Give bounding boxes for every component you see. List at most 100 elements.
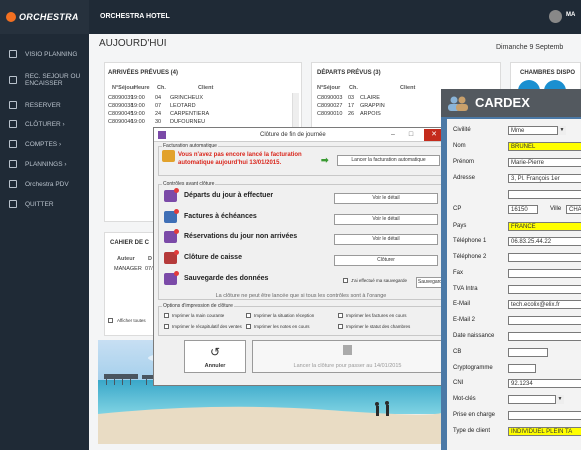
departures-cell[interactable]: C8090027	[317, 103, 342, 109]
arrivals-cell[interactable]: C8090045	[108, 111, 133, 117]
cahier-col-date: D	[148, 256, 152, 262]
planning-icon	[9, 160, 17, 168]
control-action-button[interactable]: Voir le détail	[334, 214, 438, 225]
cardex-input[interactable]: 3, Pl. François 1er	[508, 174, 581, 183]
departures-cell[interactable]: ARPOIS	[360, 111, 381, 117]
departures-cell[interactable]: C8090003	[317, 95, 342, 101]
departures-cell[interactable]: 26	[348, 111, 354, 117]
sidebar-item-5[interactable]: PLANNINGS ›	[0, 155, 89, 173]
arrivals-cell[interactable]: 19:00	[131, 95, 145, 101]
sidebar-item-7[interactable]: QUITTER	[0, 195, 89, 213]
cardex-input[interactable]: 16150	[508, 205, 538, 214]
cardex-input[interactable]: 06.83.25.44.22	[508, 237, 581, 246]
sidebar-item-0[interactable]: VISIO PLANNING	[0, 45, 89, 63]
arrivals-cell[interactable]: DUFOURNEU	[170, 119, 205, 125]
cahier-row-date[interactable]: 07/	[145, 266, 153, 272]
departures-cell[interactable]: C8090010	[317, 111, 342, 117]
arrivals-col-1[interactable]: Heure	[134, 85, 150, 91]
control-action-button[interactable]: Voir le détail	[334, 234, 438, 245]
print-option-checkbox[interactable]	[338, 313, 343, 318]
arrivals-title: ARRIVÉES PRÉVUES (4)	[108, 70, 179, 76]
undo-icon: ↺	[210, 345, 221, 359]
control-action-button[interactable]: Clôturer	[334, 255, 438, 266]
cardex-input[interactable]	[508, 332, 581, 341]
departures-cell[interactable]: GRAPPIN	[360, 103, 385, 109]
control-action-button[interactable]: Sauvegard	[416, 277, 444, 288]
print-option-checkbox[interactable]	[246, 324, 251, 329]
cardex-input[interactable]: 92.1234	[508, 379, 581, 388]
dialog-app-icon	[158, 131, 166, 139]
arrivals-col-3[interactable]: Client	[198, 85, 213, 91]
departures-cell[interactable]: 03	[348, 95, 354, 101]
maximize-icon[interactable]: □	[406, 130, 416, 140]
cardex-input[interactable]	[508, 190, 581, 199]
cancel-button[interactable]: ↺ Annuler	[184, 340, 246, 373]
arrivals-cell[interactable]: 04	[155, 95, 161, 101]
launch-closing-button[interactable]: Lancer la clôture pour passer au 14/01/2…	[252, 340, 443, 373]
minimize-icon[interactable]: –	[388, 130, 398, 140]
arrivals-col-2[interactable]: Ch.	[157, 85, 166, 91]
closing-dialog: Clôture de fin de journée – □ ✕ Facturat…	[153, 127, 447, 386]
arrivals-cell[interactable]: C8090046	[108, 119, 133, 125]
arrivals-cell[interactable]: 19:00	[131, 103, 145, 109]
arrivals-cell[interactable]: C8090039	[108, 95, 133, 101]
sidebar-item-3[interactable]: CLÔTURER ›	[0, 115, 89, 133]
cardex-label: Nom	[453, 143, 466, 149]
arrivals-cell[interactable]: CARPENTIERA	[170, 111, 209, 117]
print-option-checkbox[interactable]	[246, 313, 251, 318]
print-option-label: Imprimer la situation réception	[254, 313, 315, 318]
cardex-label: Adresse	[453, 175, 476, 181]
sidebar-item-6[interactable]: Orchestra PDV	[0, 175, 89, 193]
sidebar-item-1[interactable]: REC. SEJOUR OU ENCAISSER	[0, 71, 89, 89]
arrivals-col-0[interactable]: N°Séjour	[112, 85, 135, 91]
user-avatar[interactable]	[549, 10, 562, 23]
arrivals-cell[interactable]: 30	[155, 119, 161, 125]
arrivals-cell[interactable]: 19:00	[131, 119, 145, 125]
sidebar-item-2[interactable]: RESERVER	[0, 96, 89, 114]
arrivals-cell[interactable]: 07	[155, 103, 161, 109]
cardex-input[interactable]	[508, 253, 581, 262]
show-all-checkbox[interactable]	[108, 318, 113, 323]
cardex-input[interactable]	[508, 269, 581, 278]
cardex-input[interactable]	[508, 316, 581, 325]
arrivals-cell[interactable]: 19:00	[131, 111, 145, 117]
user-name[interactable]: MA	[566, 12, 575, 18]
cardex-input[interactable]	[508, 285, 581, 294]
arrivals-cell[interactable]: 24	[155, 111, 161, 117]
cardex-input[interactable]: BRUNEL	[508, 142, 581, 151]
cardex-title: CARDEX	[475, 95, 530, 110]
departures-col-1[interactable]: Ch.	[349, 85, 358, 91]
sidebar-item-4[interactable]: COMPTES ›	[0, 135, 89, 153]
print-option-checkbox[interactable]	[338, 324, 343, 329]
dropdown-arrow-icon[interactable]: ▼	[555, 395, 564, 404]
departures-cell[interactable]: 17	[348, 103, 354, 109]
arrivals-cell[interactable]: GRINCHEUX	[170, 95, 203, 101]
cardex-input[interactable]	[508, 411, 581, 420]
cahier-row-author[interactable]: MANAGER	[114, 266, 142, 272]
dropdown-arrow-icon[interactable]: ▼	[557, 126, 566, 135]
departures-col-2[interactable]: Client	[400, 85, 415, 91]
cardex-input[interactable]: CHA	[566, 205, 581, 214]
print-option-checkbox[interactable]	[164, 324, 169, 329]
cardex-input[interactable]: tech.ecolix@elix.fr	[508, 300, 581, 309]
cardex-input[interactable]: FRANCE	[508, 222, 581, 231]
app-logo[interactable]: ORCHESTRA	[0, 0, 89, 34]
backup-checkbox[interactable]	[343, 278, 348, 283]
print-option-label: Imprimer la main courante	[172, 313, 225, 318]
print-option-checkbox[interactable]	[164, 313, 169, 318]
page-title: AUJOURD'HUI	[99, 38, 167, 49]
cardex-input[interactable]: Marie-Pierre	[508, 158, 581, 167]
departures-cell[interactable]: CLAIRE	[360, 95, 380, 101]
arrivals-cell[interactable]: LEOTARD	[170, 103, 196, 109]
cardex-label: Cryptogramme	[453, 365, 493, 371]
cardex-input[interactable]: INDIVIDUEL PLEIN TA	[508, 427, 581, 436]
arrivals-cell[interactable]: C8090038	[108, 103, 133, 109]
departures-col-0[interactable]: N°Séjour	[317, 85, 340, 91]
print-option-label: Imprimer les factures en cours	[346, 313, 407, 318]
cardex-input[interactable]	[508, 364, 536, 373]
control-action-button[interactable]: Voir le détail	[334, 193, 438, 204]
cardex-label: Civilité	[453, 127, 471, 133]
launch-fact-button[interactable]: Lancer la facturation automatique	[337, 155, 440, 166]
print-group-label: Options d'impression de clôture	[162, 303, 234, 309]
cardex-input[interactable]	[508, 348, 548, 357]
